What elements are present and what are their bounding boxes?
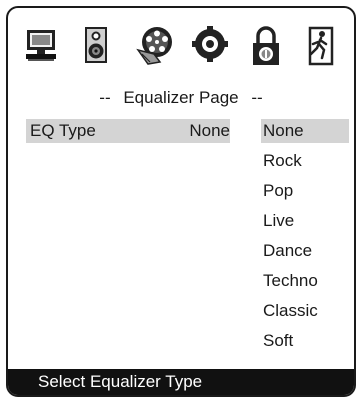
- eq-option-label: Dance: [263, 241, 313, 260]
- page-title: -- Equalizer Page --: [8, 88, 354, 108]
- eq-type-row[interactable]: EQ Type None: [26, 119, 230, 143]
- eq-option-label: Rock: [263, 151, 302, 170]
- page-title-prefix: --: [99, 88, 111, 107]
- setup-screen: -- Equalizer Page -- EQ Type None None R…: [6, 6, 356, 397]
- eq-option-label: Soft: [263, 331, 294, 350]
- eq-option-label: None: [261, 119, 349, 143]
- eq-option-label: Classic: [263, 301, 318, 320]
- audio-reel-icon[interactable]: [134, 24, 176, 68]
- eq-option-label: Pop: [263, 181, 294, 200]
- status-text: Select Equalizer Type: [38, 372, 203, 391]
- preferences-icon[interactable]: [192, 24, 228, 68]
- setup-toolbar: [8, 16, 354, 84]
- eq-option-soft[interactable]: Soft: [256, 329, 348, 359]
- eq-option-classic[interactable]: Classic: [256, 299, 348, 329]
- password-lock-icon[interactable]: [248, 24, 284, 68]
- status-bar: Select Equalizer Type: [8, 369, 354, 395]
- eq-type-options: None Rock Pop Live Dance Techno Classic …: [256, 119, 349, 359]
- eq-option-label: Techno: [263, 271, 318, 290]
- eq-option-none[interactable]: None: [256, 119, 349, 149]
- eq-option-pop[interactable]: Pop: [256, 179, 348, 209]
- eq-type-label: EQ Type: [30, 121, 96, 140]
- page-title-suffix: --: [251, 88, 263, 107]
- eq-option-label: Live: [263, 211, 295, 230]
- eq-option-live[interactable]: Live: [256, 209, 348, 239]
- monitor-icon[interactable]: [24, 24, 60, 68]
- eq-type-value: None: [189, 121, 230, 140]
- page-title-text: Equalizer Page: [123, 88, 239, 107]
- eq-option-techno[interactable]: Techno: [256, 269, 348, 299]
- eq-option-dance[interactable]: Dance: [256, 239, 348, 269]
- speaker-icon[interactable]: [78, 24, 114, 68]
- exit-icon[interactable]: [302, 24, 338, 68]
- eq-option-rock[interactable]: Rock: [256, 149, 348, 179]
